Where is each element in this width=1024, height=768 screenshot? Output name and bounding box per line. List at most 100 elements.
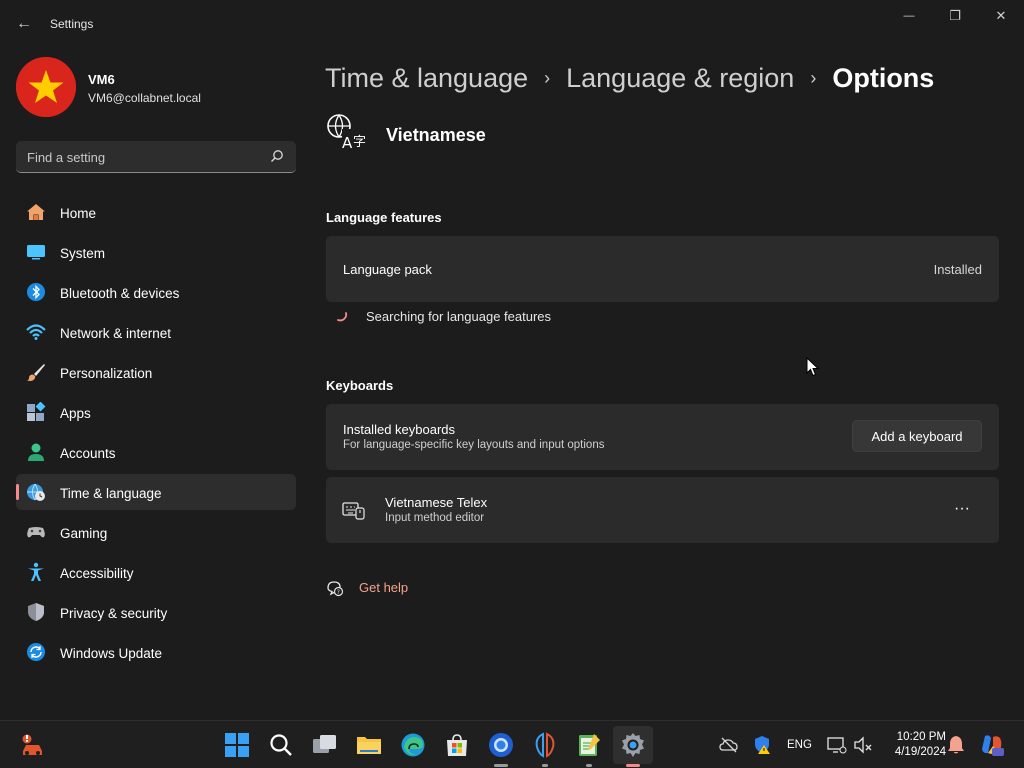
settings-icon[interactable]: [620, 732, 646, 758]
vietnam-flag-icon: [16, 57, 76, 117]
sidebar-item-label: Gaming: [60, 526, 108, 541]
sidebar-item-label: Privacy & security: [60, 606, 168, 621]
sidebar-item-privacy[interactable]: Privacy & security: [16, 594, 296, 630]
avatar: [16, 57, 76, 117]
wifi-icon: [26, 324, 46, 340]
sidebar-nav: Home System Bluetooth & devices Network …: [16, 194, 296, 674]
sidebar-item-personalization[interactable]: Personalization: [16, 354, 296, 390]
store-icon[interactable]: [444, 732, 470, 758]
task-view-icon[interactable]: [312, 732, 338, 758]
installed-keyboards-label: Installed keyboards: [343, 422, 456, 437]
file-explorer-icon[interactable]: [356, 732, 382, 758]
sidebar-item-label: Network & internet: [60, 326, 172, 341]
sidebar-item-network[interactable]: Network & internet: [16, 314, 296, 350]
home-icon: [27, 204, 45, 220]
sidebar-item-label: Personalization: [60, 366, 153, 381]
sidebar-item-label: Home: [60, 206, 97, 221]
active-indicator: [626, 764, 640, 767]
svg-text:?: ?: [337, 589, 340, 596]
running-indicator: [542, 764, 548, 767]
restore-icon: ❐: [949, 8, 961, 23]
breadcrumb-separator: ›: [544, 67, 551, 88]
copilot-icon[interactable]: [980, 733, 1004, 757]
title-bar: ← Settings — ❐ ✕: [0, 0, 1024, 48]
more-options-button[interactable]: ···: [951, 499, 973, 519]
clock-time: 10:20 PM: [896, 731, 946, 743]
svg-text:字: 字: [353, 135, 366, 150]
clock-date: 4/19/2024: [894, 746, 946, 758]
language-icon: A 字: [327, 114, 366, 152]
accessibility-icon: [28, 562, 44, 581]
security-warning-icon[interactable]: [752, 735, 772, 755]
user-email: VM6@collabnet.local: [88, 91, 201, 105]
keyboard-type: Input method editor: [385, 512, 485, 524]
sidebar-item-label: Time & language: [60, 486, 162, 501]
close-icon: ✕: [995, 8, 1007, 23]
clock[interactable]: 10:20 PM 4/19/2024: [880, 730, 946, 760]
edge-icon[interactable]: [400, 732, 426, 758]
close-button[interactable]: ✕: [978, 4, 1024, 28]
notepad-icon[interactable]: [576, 732, 602, 758]
minimize-icon: —: [903, 10, 915, 22]
installed-keyboards-card: Installed keyboards For language-specifi…: [326, 404, 999, 470]
add-keyboard-button[interactable]: Add a keyboard: [852, 420, 982, 452]
get-help-link[interactable]: Get help: [359, 580, 408, 595]
start-icon[interactable]: [224, 732, 250, 758]
help-icon: ?: [327, 581, 344, 597]
taskbar-search-icon[interactable]: [268, 732, 294, 758]
breadcrumb-separator: ›: [810, 67, 817, 88]
app-icon[interactable]: [532, 732, 558, 758]
sidebar-item-home[interactable]: Home: [16, 194, 296, 230]
user-name: VM6: [88, 72, 115, 87]
page-title: Options: [832, 62, 935, 93]
sidebar-item-windows-update[interactable]: Windows Update: [16, 634, 296, 670]
shield-icon: [28, 603, 44, 621]
svg-text:A: A: [342, 134, 353, 152]
sidebar-item-label: Bluetooth & devices: [60, 286, 180, 301]
system-icon: [27, 245, 45, 260]
searching-status-text: Searching for language features: [366, 309, 552, 324]
search-placeholder: Find a setting: [27, 150, 106, 165]
gamepad-icon: [27, 527, 45, 538]
bluetooth-icon: [27, 283, 45, 301]
minimize-button[interactable]: —: [886, 4, 932, 28]
sidebar-item-label: Accessibility: [60, 566, 134, 581]
sidebar-item-label: System: [60, 246, 106, 261]
notification-bell-icon[interactable]: [947, 735, 965, 755]
brush-icon: [27, 364, 45, 381]
weather-alert-icon[interactable]: [19, 732, 45, 758]
chrome-icon[interactable]: [488, 732, 514, 758]
volume-muted-icon[interactable]: [853, 735, 873, 755]
sidebar-item-label: Accounts: [60, 446, 116, 461]
sidebar-item-accounts[interactable]: Accounts: [16, 434, 296, 470]
sidebar-item-time-language[interactable]: Time & language: [16, 474, 296, 510]
mouse-cursor-icon: [806, 357, 820, 377]
loading-spinner-icon: [337, 312, 348, 322]
sidebar-item-apps[interactable]: Apps: [16, 394, 296, 430]
running-indicator: [586, 764, 592, 767]
update-icon: [27, 643, 45, 661]
search-input[interactable]: Find a setting: [16, 141, 296, 173]
breadcrumb-time-language[interactable]: Time & language: [325, 63, 528, 94]
language-pack-label: Language pack: [343, 262, 432, 277]
language-pack-card: Language pack Installed: [326, 236, 999, 302]
running-indicator: [494, 764, 508, 767]
breadcrumb-language-region[interactable]: Language & region: [566, 63, 794, 94]
sidebar-item-system[interactable]: System: [16, 234, 296, 270]
installed-keyboards-description: For language-specific key layouts and in…: [343, 439, 605, 451]
breadcrumb: Time & language › Language & region › Op…: [325, 58, 934, 98]
sidebar-item-gaming[interactable]: Gaming: [16, 514, 296, 550]
sidebar-item-label: Apps: [60, 406, 91, 421]
user-profile[interactable]: VM6 VM6@collabnet.local: [16, 57, 296, 117]
network-icon[interactable]: [827, 735, 847, 755]
back-button[interactable]: ←: [10, 12, 38, 36]
accounts-icon: [28, 443, 44, 461]
sidebar-item-bluetooth[interactable]: Bluetooth & devices: [16, 274, 296, 310]
taskbar: ENG 10:20 PM 4/19/2024: [0, 720, 1024, 768]
keyboard-ime-icon: [342, 502, 365, 520]
language-indicator[interactable]: ENG: [787, 739, 812, 751]
sidebar-item-accessibility[interactable]: Accessibility: [16, 554, 296, 590]
maximize-button[interactable]: ❐: [932, 4, 978, 28]
onedrive-icon[interactable]: [719, 735, 739, 755]
language-title: Vietnamese: [386, 125, 486, 145]
